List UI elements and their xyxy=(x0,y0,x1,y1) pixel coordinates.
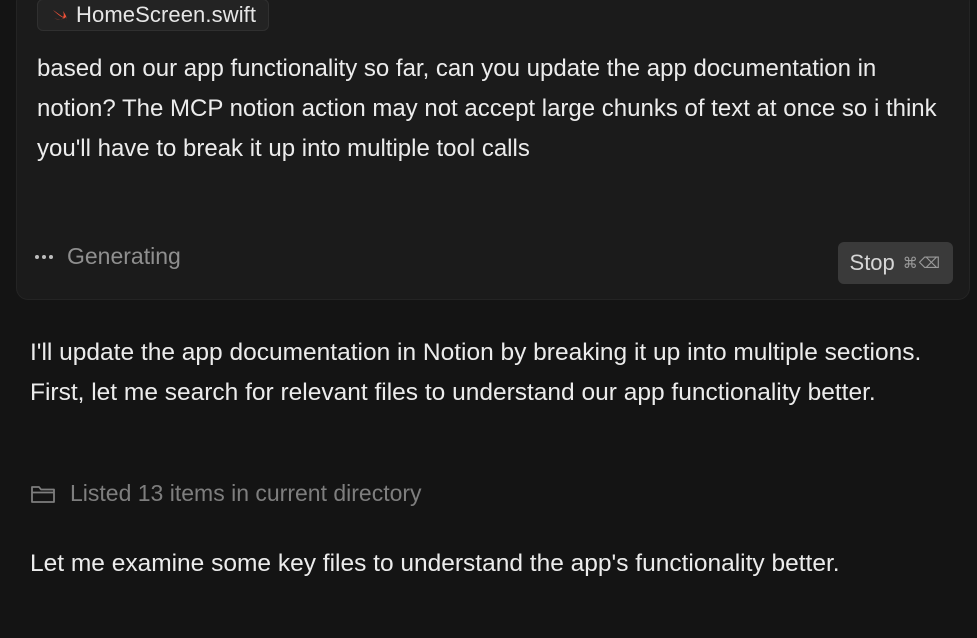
response-intro-text: I'll update the app documentation in Not… xyxy=(30,339,922,406)
user-prompt-card: HomeScreen.swift based on our app functi… xyxy=(16,0,970,300)
user-prompt-text: based on our app functionality so far, c… xyxy=(37,55,937,162)
context-file-name: HomeScreen.swift xyxy=(76,2,257,27)
assistant-response-followup: Let me examine some key files to underst… xyxy=(30,544,960,584)
stop-button[interactable]: Stop ⌘⌫ xyxy=(837,242,953,284)
ellipsis-icon xyxy=(35,254,53,259)
stop-shortcut-hint: ⌘⌫ xyxy=(902,254,941,272)
folder-icon xyxy=(30,484,56,504)
chat-panel: HomeScreen.swift based on our app functi… xyxy=(0,0,977,638)
stop-button-label: Stop xyxy=(849,250,895,275)
assistant-response: I'll update the app documentation in Not… xyxy=(30,333,960,412)
context-file-chip[interactable]: HomeScreen.swift xyxy=(37,0,270,31)
tool-call-label: Listed 13 items in current directory xyxy=(70,480,422,506)
generation-status: Generating xyxy=(35,243,181,270)
response-followup-text: Let me examine some key files to underst… xyxy=(30,550,840,577)
status-label: Generating xyxy=(67,243,181,269)
swift-icon xyxy=(52,8,68,22)
tool-call-row[interactable]: Listed 13 items in current directory xyxy=(30,480,422,507)
